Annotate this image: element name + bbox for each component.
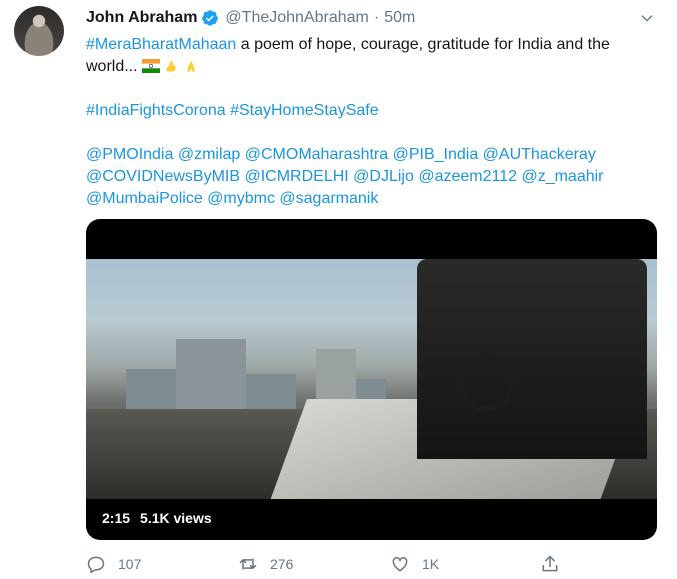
hashtag-link[interactable]: #MeraBharatMahaan bbox=[86, 36, 236, 53]
mentions-line[interactable]: @PMOIndia @zmilap @CMOMaharashtra @PIB_I… bbox=[86, 144, 656, 166]
video-duration: 2:15 bbox=[102, 510, 131, 526]
author-handle[interactable]: @TheJohnAbraham bbox=[225, 9, 368, 27]
retweet-count: 276 bbox=[270, 556, 294, 572]
tweet-header: John Abraham @TheJohnAbraham · 50m bbox=[86, 8, 415, 28]
video-player[interactable]: 2:15 5.1K views bbox=[86, 219, 657, 540]
heart-icon bbox=[392, 556, 408, 572]
verified-badge-icon bbox=[202, 10, 219, 26]
video-frame[interactable] bbox=[86, 259, 657, 499]
tweet[interactable]: John Abraham @TheJohnAbraham · 50m #Mera… bbox=[0, 0, 677, 579]
folded-hands-icon bbox=[187, 60, 195, 72]
like-button[interactable]: 1K bbox=[390, 554, 439, 574]
like-count: 1K bbox=[422, 556, 440, 572]
hashtags-line[interactable]: #IndiaFightsCorona #StayHomeStaySafe bbox=[86, 100, 656, 122]
reply-button[interactable]: 107 bbox=[86, 554, 141, 574]
reply-count: 107 bbox=[118, 556, 142, 572]
video-info: 2:15 5.1K views bbox=[96, 508, 218, 528]
india-flag-icon bbox=[142, 59, 161, 73]
retweet-button[interactable]: 276 bbox=[238, 554, 293, 574]
avatar[interactable] bbox=[14, 6, 64, 56]
share-button[interactable] bbox=[540, 554, 572, 574]
share-icon bbox=[542, 555, 558, 572]
separator-dot: · bbox=[373, 9, 380, 26]
reply-icon bbox=[87, 556, 105, 574]
chevron-down-icon[interactable] bbox=[639, 10, 655, 26]
tweet-text: #MeraBharatMahaan a poem of hope, courag… bbox=[86, 34, 656, 210]
retweet-icon bbox=[239, 558, 257, 570]
tweet-actions: 107 276 1K bbox=[86, 553, 656, 575]
flexed-biceps-icon bbox=[166, 60, 176, 72]
mentions-line[interactable]: @MumbaiPolice @mybmc @sagarmanik bbox=[86, 188, 656, 210]
video-views: 5.1K views bbox=[140, 510, 212, 526]
mentions-line[interactable]: @COVIDNewsByMIB @ICMRDELHI @DJLijo @azee… bbox=[86, 166, 656, 188]
tweet-timestamp[interactable]: 50m bbox=[384, 9, 415, 27]
author-name[interactable]: John Abraham bbox=[86, 9, 197, 27]
tweet-text-line-1: #MeraBharatMahaan a poem of hope, courag… bbox=[86, 34, 656, 78]
